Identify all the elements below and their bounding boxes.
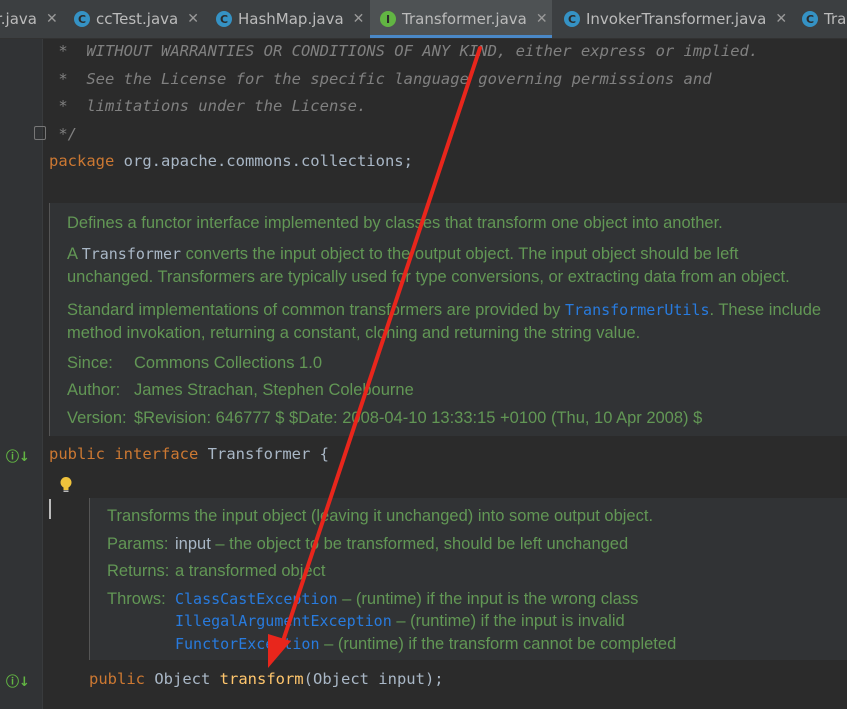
annotation-arrow	[268, 46, 482, 668]
